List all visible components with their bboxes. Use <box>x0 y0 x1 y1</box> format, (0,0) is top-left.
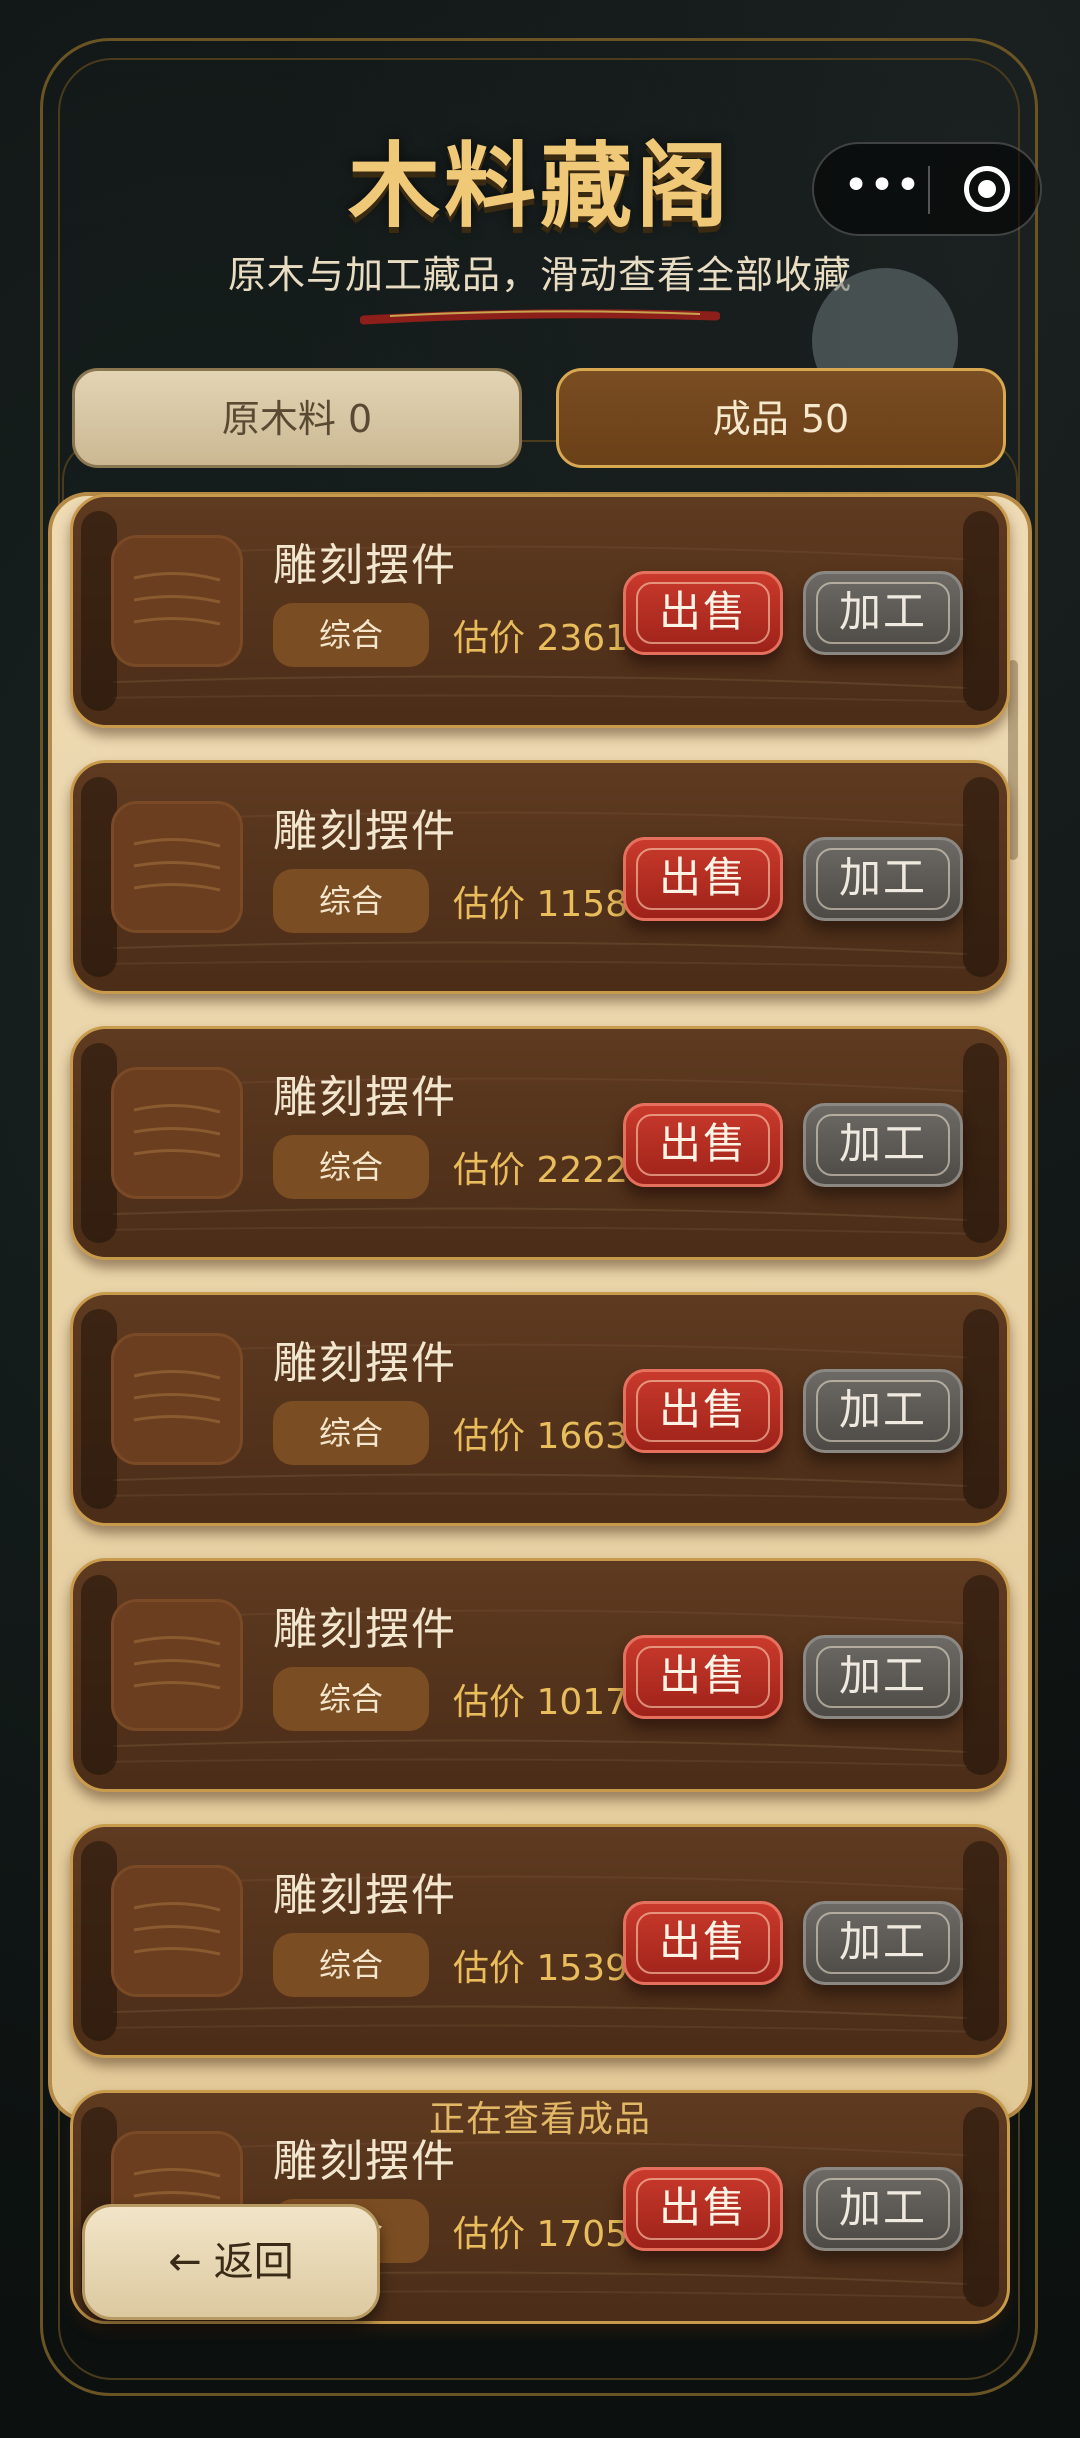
sell-button[interactable]: 出售 <box>623 2167 783 2251</box>
item-price: 估价 11588 <box>453 884 643 925</box>
item-name: 雕刻摆件 <box>273 540 457 591</box>
item-price: 估价 15394 <box>453 1948 643 1989</box>
tab-finished-products[interactable]: 成品 50 <box>556 368 1006 468</box>
close-target-icon[interactable] <box>964 166 1010 212</box>
process-button[interactable]: 加工 <box>803 571 963 655</box>
title-underline <box>360 309 720 325</box>
process-button[interactable]: 加工 <box>803 1103 963 1187</box>
item-name: 雕刻摆件 <box>273 1604 457 1655</box>
capsule-divider <box>928 166 930 214</box>
mini-program-capsule[interactable]: ••• <box>812 142 1042 236</box>
item-name: 雕刻摆件 <box>273 1072 457 1123</box>
card-edge-right <box>963 777 999 977</box>
process-button[interactable]: 加工 <box>803 837 963 921</box>
card-edge-right <box>963 1043 999 1243</box>
item-thumbnail-icon <box>111 801 243 933</box>
process-button[interactable]: 加工 <box>803 1369 963 1453</box>
item-thumbnail-icon <box>111 1333 243 1465</box>
item-tag: 综合 <box>273 1933 429 1997</box>
card-edge-right <box>963 1575 999 1775</box>
item-tag: 综合 <box>273 603 429 667</box>
item-thumbnail-icon <box>111 1599 243 1731</box>
process-button[interactable]: 加工 <box>803 2167 963 2251</box>
item-card[interactable]: 雕刻摆件 综合 估价 11588 出售 加工 <box>70 760 1010 994</box>
card-edge-right <box>963 1841 999 2041</box>
card-edge-right <box>963 1309 999 1509</box>
item-card[interactable]: 雕刻摆件 综合 估价 22222 出售 加工 <box>70 1026 1010 1260</box>
item-card[interactable]: 雕刻摆件 综合 估价 23612 出售 加工 <box>70 494 1010 728</box>
left-arrow-icon: ← <box>168 2239 202 2285</box>
back-button-label: 返回 <box>213 2239 294 2285</box>
card-edge-right <box>963 511 999 711</box>
item-price: 估价 10174 <box>453 1682 643 1723</box>
process-button[interactable]: 加工 <box>803 1635 963 1719</box>
item-card[interactable]: 雕刻摆件 综合 估价 16634 出售 加工 <box>70 1292 1010 1526</box>
item-thumbnail-icon <box>111 535 243 667</box>
sell-button[interactable]: 出售 <box>623 1901 783 1985</box>
item-price: 估价 16634 <box>453 1416 643 1457</box>
sell-button[interactable]: 出售 <box>623 1635 783 1719</box>
item-card[interactable]: 雕刻摆件 综合 估价 10174 出售 加工 <box>70 1558 1010 1792</box>
sell-button[interactable]: 出售 <box>623 837 783 921</box>
item-tag: 综合 <box>273 869 429 933</box>
item-card[interactable]: 雕刻摆件 综合 估价 15394 出售 加工 <box>70 1824 1010 2058</box>
item-tag: 综合 <box>273 1667 429 1731</box>
item-name: 雕刻摆件 <box>273 1338 457 1389</box>
item-name: 雕刻摆件 <box>273 806 457 857</box>
sell-button[interactable]: 出售 <box>623 1369 783 1453</box>
more-dots-icon[interactable]: ••• <box>842 164 922 214</box>
item-name: 雕刻摆件 <box>273 1870 457 1921</box>
item-thumbnail-icon <box>111 1067 243 1199</box>
item-tag: 综合 <box>273 1135 429 1199</box>
item-thumbnail-icon <box>111 1865 243 1997</box>
back-button[interactable]: ← 返回 <box>82 2204 380 2320</box>
item-price: 估价 23612 <box>453 618 643 659</box>
sell-button[interactable]: 出售 <box>623 1103 783 1187</box>
tab-raw-wood[interactable]: 原木料 0 <box>72 368 522 468</box>
item-price: 估价 17056 <box>453 2214 643 2255</box>
process-button[interactable]: 加工 <box>803 1901 963 1985</box>
sell-button[interactable]: 出售 <box>623 571 783 655</box>
item-price: 估价 22222 <box>453 1150 643 1191</box>
status-text: 正在查看成品 <box>428 2099 651 2140</box>
item-tag: 综合 <box>273 1401 429 1465</box>
